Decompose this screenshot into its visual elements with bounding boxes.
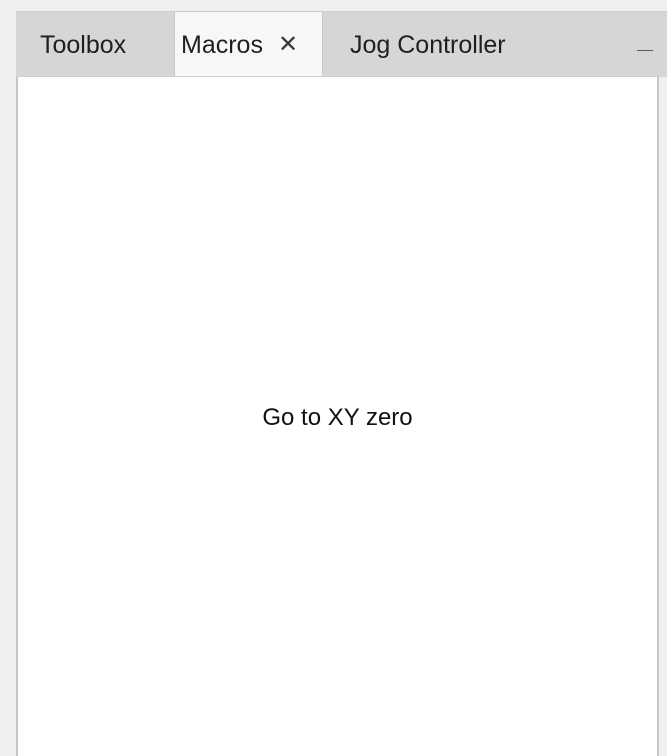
tab-toolbox-label: Toolbox <box>40 30 127 59</box>
macros-window: Toolbox Macros ✕ Jog Controller Go to XY… <box>0 0 667 756</box>
tab-jog-controller[interactable]: Jog Controller <box>323 12 563 78</box>
macros-panel: Go to XY zero <box>16 76 659 756</box>
close-icon[interactable]: ✕ <box>278 33 298 57</box>
go-to-xy-zero-button[interactable]: Go to XY zero <box>18 404 657 432</box>
tab-macros-label: Macros <box>181 30 263 59</box>
tab-strip: Toolbox Macros ✕ Jog Controller <box>16 11 667 78</box>
minimize-icon[interactable] <box>637 50 653 51</box>
tab-toolbox[interactable]: Toolbox <box>16 12 174 78</box>
tab-macros[interactable]: Macros ✕ <box>174 11 323 78</box>
tab-jog-controller-label: Jog Controller <box>350 30 506 59</box>
